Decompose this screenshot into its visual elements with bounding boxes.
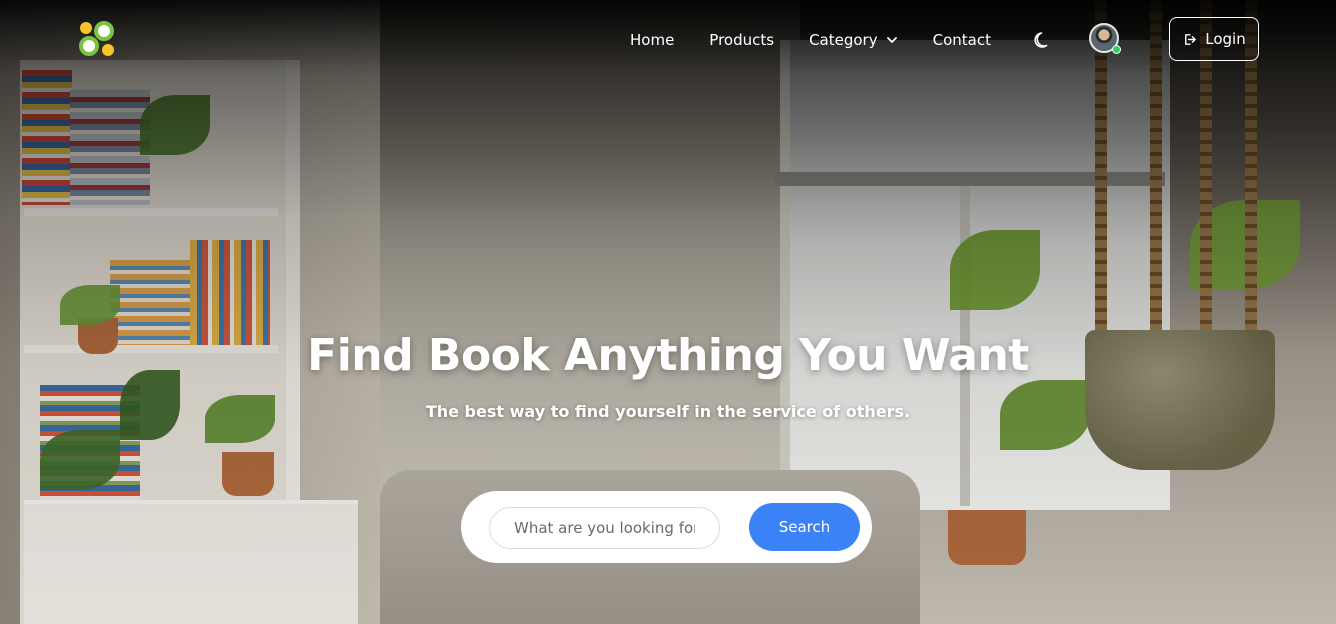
search-input[interactable] (489, 507, 720, 549)
nav-link-products-label: Products (709, 31, 775, 49)
nav-link-category[interactable]: Category (809, 31, 898, 49)
nav-links: Home Products Category Contact (630, 22, 1026, 58)
nav-link-category-label: Category (809, 31, 878, 49)
online-status-indicator (1112, 45, 1121, 54)
login-icon (1185, 33, 1197, 45)
nav-link-home-label: Home (630, 31, 675, 49)
nav-link-home[interactable]: Home (630, 31, 674, 49)
search-button[interactable]: Search (749, 503, 860, 551)
hero-section: Home Products Category Contact Login Fin… (0, 0, 1336, 624)
nav-link-contact[interactable]: Contact (933, 31, 991, 49)
chevron-down-icon (886, 37, 897, 43)
hero-title: Find Book Anything You Want (307, 330, 1029, 381)
nav-link-products[interactable]: Products (709, 31, 774, 49)
logo-icon[interactable] (78, 20, 116, 58)
search-box: Search (461, 491, 872, 563)
login-button-label: Login (1205, 30, 1246, 48)
moon-icon[interactable] (1033, 30, 1053, 50)
nav-link-contact-label: Contact (932, 31, 991, 49)
login-button[interactable]: Login (1169, 17, 1259, 61)
navbar: Home Products Category Contact Login (0, 0, 1336, 80)
hero-subtitle: The best way to find yourself in the ser… (425, 402, 911, 421)
